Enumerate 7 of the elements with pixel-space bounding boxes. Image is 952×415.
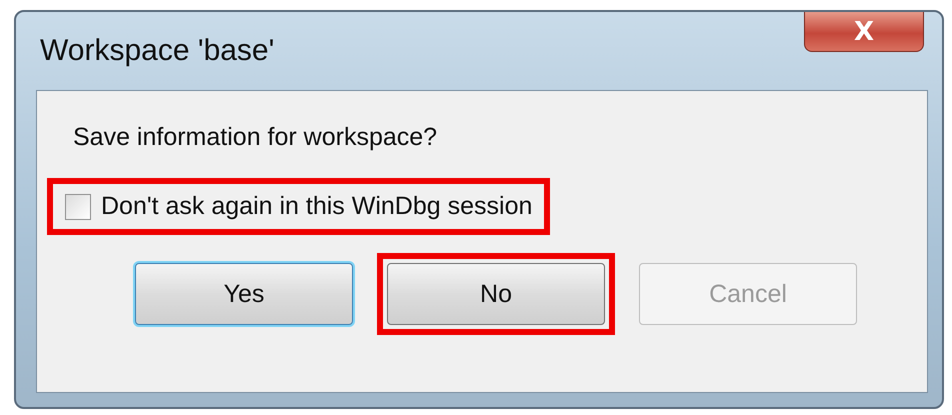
close-button[interactable]: X	[804, 12, 924, 52]
checkbox-label[interactable]: Don't ask again in this WinDbg session	[101, 192, 532, 221]
message-text: Save information for workspace?	[73, 123, 438, 152]
window-title: Workspace 'base'	[40, 34, 274, 68]
checkbox[interactable]	[65, 194, 91, 220]
dialog-button[interactable]: No	[387, 263, 605, 325]
dialog-button[interactable]: Yes	[135, 263, 353, 325]
